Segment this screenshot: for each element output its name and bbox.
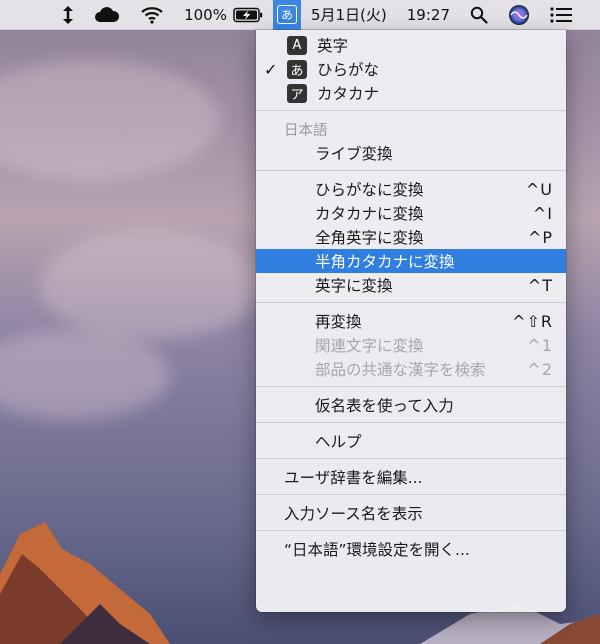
menu-item-label: 部品の共通な漢字を検索: [315, 361, 486, 379]
menu-shortcut: ^I: [532, 203, 553, 223]
menu-item-label: ライブ変換: [315, 145, 393, 163]
menu-shortcut: ^2: [527, 359, 553, 379]
menu-item-hiragana[interactable]: ✓ あ ひらがな: [256, 57, 566, 81]
menu-shortcut: ^U: [525, 179, 553, 199]
menu-separator: [256, 530, 566, 531]
input-source-menu-button[interactable]: あ: [272, 0, 301, 30]
wallpaper-cloud: [0, 330, 170, 420]
menu-section-header: 日本語: [256, 117, 566, 141]
wallpaper-cloud: [0, 60, 220, 180]
wifi-icon[interactable]: [130, 0, 174, 30]
input-source-icon: あ: [276, 5, 297, 24]
hiragana-mode-icon: あ: [287, 59, 307, 79]
sort-arrows-icon[interactable]: [52, 0, 84, 30]
menu-item-convert-halfwidth-katakana[interactable]: 半角カタカナに変換: [256, 249, 566, 273]
menu-item-label: 英字: [317, 37, 349, 55]
menu-item-label: ユーザ辞書を編集...: [284, 469, 423, 487]
menu-item-label: “日本語”環境設定を開く...: [284, 541, 470, 559]
menu-item-label: ヘルプ: [315, 433, 362, 451]
battery-percent: 100%: [184, 5, 227, 24]
menu-item-convert-roman[interactable]: 英字に変換 ^T: [256, 273, 566, 297]
menu-separator: [256, 302, 566, 303]
menu-shortcut: ^⇧R: [512, 311, 553, 331]
menu-item-eiji[interactable]: A 英字: [256, 33, 566, 57]
menu-item-edit-user-dictionary[interactable]: ユーザ辞書を編集...: [256, 465, 566, 489]
battery-status[interactable]: 100%: [174, 0, 273, 30]
menu-item-label: 入力ソース名を表示: [284, 505, 423, 523]
wallpaper-cloud: [40, 230, 260, 340]
notification-center-icon[interactable]: [540, 0, 582, 30]
menu-separator: [256, 494, 566, 495]
menu-separator: [256, 458, 566, 459]
date-label[interactable]: 5月1日(火): [301, 0, 397, 30]
menu-item-kana-table-input[interactable]: 仮名表を使って入力: [256, 393, 566, 417]
menu-separator: [256, 110, 566, 111]
menu-item-show-input-source-name[interactable]: 入力ソース名を表示: [256, 501, 566, 525]
menu-item-label: 再変換: [315, 313, 362, 331]
battery-charging-icon: [233, 7, 263, 22]
checkmark-icon: ✓: [264, 59, 278, 79]
menu-item-live-convert[interactable]: ライブ変換: [256, 141, 566, 165]
menu-item-label: 半角カタカナに変換: [315, 253, 455, 271]
menu-item-label: ひらがなに変換: [315, 181, 424, 199]
menu-item-label: 全角英字に変換: [315, 229, 424, 247]
menu-item-katakana[interactable]: ア カタカナ: [256, 81, 566, 105]
cloud-icon[interactable]: [84, 0, 130, 30]
time-label[interactable]: 19:27: [397, 0, 460, 30]
menu-item-label: 英字に変換: [315, 277, 393, 295]
menu-shortcut: ^T: [527, 275, 553, 295]
menu-shortcut: ^P: [527, 227, 553, 247]
menu-item-label: カタカナに変換: [315, 205, 424, 223]
menu-item-reconvert[interactable]: 再変換 ^⇧R: [256, 309, 566, 333]
menu-separator: [256, 170, 566, 171]
menu-item-label: ひらがな: [317, 61, 380, 79]
menu-separator: [256, 386, 566, 387]
menu-item-open-preferences[interactable]: “日本語”環境設定を開く...: [256, 537, 566, 561]
katakana-mode-icon: ア: [287, 83, 307, 103]
menu-item-convert-hiragana[interactable]: ひらがなに変換 ^U: [256, 177, 566, 201]
menu-item-related-characters: 関連文字に変換 ^1: [256, 333, 566, 357]
menu-item-label: 仮名表を使って入力: [315, 397, 454, 415]
menu-separator: [256, 422, 566, 423]
menu-item-search-kanji-parts: 部品の共通な漢字を検索 ^2: [256, 357, 566, 381]
alphabet-mode-icon: A: [287, 35, 307, 55]
spotlight-search-icon[interactable]: [460, 0, 498, 30]
menu-bar: 100% あ 5月1日(火) 19:27: [0, 0, 600, 30]
section-title: 日本語: [284, 122, 328, 139]
menu-item-label: カタカナ: [317, 85, 380, 103]
input-source-dropdown-menu: A 英字 ✓ あ ひらがな ア カタカナ 日本語 ライブ変換 ひらがなに変換 ^…: [256, 30, 566, 612]
menu-item-convert-katakana[interactable]: カタカナに変換 ^I: [256, 201, 566, 225]
menu-item-convert-fullwidth-roman[interactable]: 全角英字に変換 ^P: [256, 225, 566, 249]
menu-shortcut: ^1: [527, 335, 553, 355]
siri-icon[interactable]: [498, 0, 540, 30]
menu-item-help[interactable]: ヘルプ: [256, 429, 566, 453]
menu-item-label: 関連文字に変換: [315, 337, 424, 355]
